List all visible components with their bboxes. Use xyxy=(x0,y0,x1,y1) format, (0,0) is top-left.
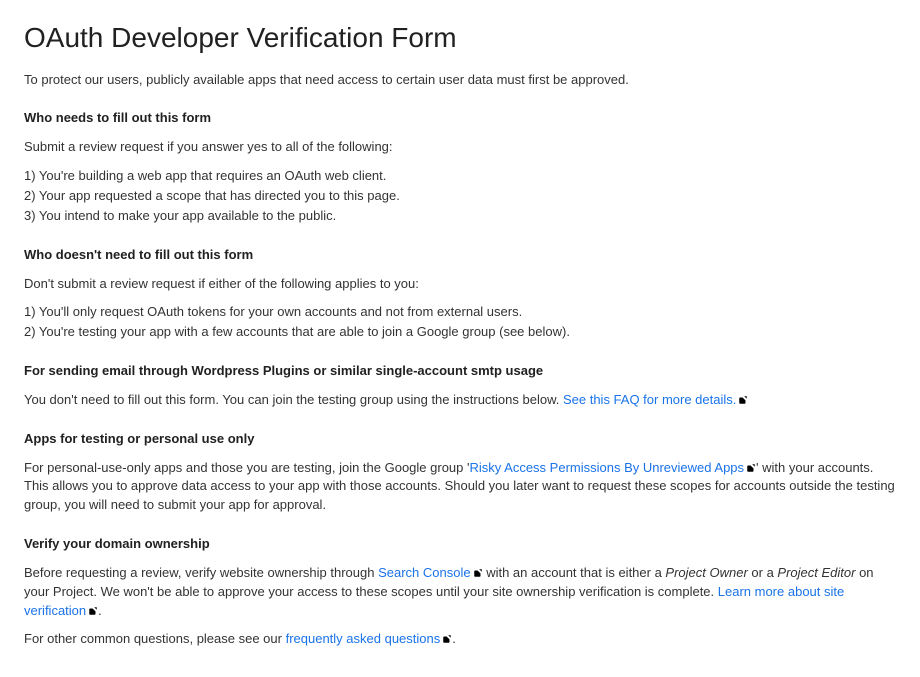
verify-heading: Verify your domain ownership xyxy=(24,535,896,554)
who-not-heading: Who doesn't need to fill out this form xyxy=(24,246,896,265)
testing-paragraph: For personal-use-only apps and those you… xyxy=(24,459,896,516)
who-not-lead: Don't submit a review request if either … xyxy=(24,275,896,294)
external-link-icon xyxy=(738,395,748,405)
intro-text: To protect our users, publicly available… xyxy=(24,71,896,90)
risky-access-group-link[interactable]: Risky Access Permissions By Unreviewed A… xyxy=(469,460,756,475)
smtp-heading: For sending email through Wordpress Plug… xyxy=(24,362,896,381)
project-editor-em: Project Editor xyxy=(777,565,855,580)
who-not-item: 1) You'll only request OAuth tokens for … xyxy=(24,303,896,322)
external-link-icon xyxy=(746,463,756,473)
faq-link[interactable]: frequently asked questions xyxy=(286,631,453,646)
page-title: OAuth Developer Verification Form xyxy=(24,18,896,59)
search-console-link[interactable]: Search Console xyxy=(378,565,483,580)
testing-heading: Apps for testing or personal use only xyxy=(24,430,896,449)
smtp-text: You don't need to fill out this form. Yo… xyxy=(24,392,563,407)
project-owner-em: Project Owner xyxy=(665,565,747,580)
smtp-faq-link[interactable]: See this FAQ for more details. xyxy=(563,392,748,407)
who-not-item: 2) You're testing your app with a few ac… xyxy=(24,323,896,342)
external-link-icon xyxy=(442,634,452,644)
who-needs-item: 3) You intend to make your app available… xyxy=(24,207,896,226)
who-needs-heading: Who needs to fill out this form xyxy=(24,109,896,128)
verify-paragraph: Before requesting a review, verify websi… xyxy=(24,564,896,621)
who-needs-item: 2) Your app requested a scope that has d… xyxy=(24,187,896,206)
external-link-icon xyxy=(473,568,483,578)
smtp-paragraph: You don't need to fill out this form. Yo… xyxy=(24,391,896,410)
faq-paragraph: For other common questions, please see o… xyxy=(24,630,896,649)
who-needs-item: 1) You're building a web app that requir… xyxy=(24,167,896,186)
external-link-icon xyxy=(88,606,98,616)
who-needs-lead: Submit a review request if you answer ye… xyxy=(24,138,896,157)
